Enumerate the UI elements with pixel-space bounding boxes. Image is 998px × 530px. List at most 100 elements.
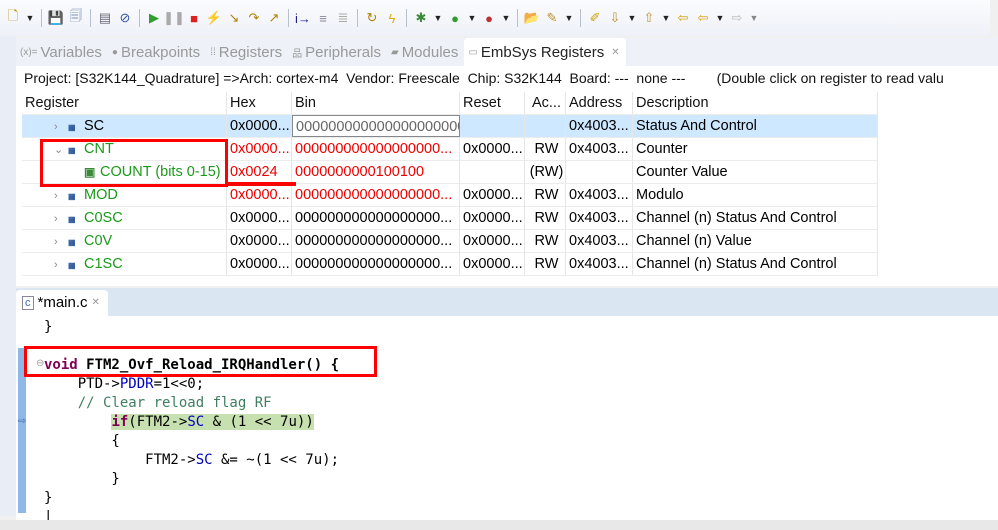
tab-breakpoints[interactable]: ● Breakpoints	[108, 44, 206, 66]
step-over-icon[interactable]: ↷	[245, 9, 263, 27]
step-return-icon[interactable]: ↗	[265, 9, 283, 27]
tab-embsys-registers[interactable]: ▭ EmbSys Registers ✕	[464, 38, 626, 66]
disconnect-icon[interactable]: ⚡	[205, 9, 223, 27]
binary-icon[interactable]: ▤	[96, 9, 114, 27]
tab-main-c[interactable]: c *main.c ✕	[16, 290, 108, 316]
dropdown-arrow-icon[interactable]: ▼	[660, 13, 672, 23]
dropdown-arrow-icon[interactable]: ▼	[714, 13, 726, 23]
expand-icon[interactable]: ›	[54, 254, 68, 275]
dropdown-arrow-icon[interactable]: ▼	[432, 13, 444, 23]
dropdown-arrow-icon[interactable]: ▼	[626, 13, 638, 23]
dropdown-arrow-icon[interactable]: ▼	[500, 13, 512, 23]
code-token: }	[44, 471, 120, 487]
instruction-step-icon[interactable]: i→	[294, 9, 312, 27]
cell-bin: 000000000000000000...	[292, 184, 460, 206]
register-icon: ▦	[68, 215, 76, 224]
pen-icon[interactable]: ✎	[543, 9, 561, 27]
forward-icon[interactable]: ⇨	[728, 9, 746, 27]
expand-icon[interactable]: ›	[54, 208, 68, 229]
code-line[interactable]: // Clear reload flag RF	[44, 394, 339, 413]
toolbar-separator	[41, 9, 42, 27]
step-filter-icon[interactable]: ≡	[314, 9, 332, 27]
column-header[interactable]: Hex	[227, 92, 292, 114]
highlight-box-cnt	[40, 139, 228, 187]
close-icon[interactable]: ✕	[611, 47, 619, 58]
register-name: SC	[84, 118, 105, 134]
table-row[interactable]: ›▦ SC 0x0000... 000000000000000000000001110…	[22, 115, 878, 138]
expand-icon[interactable]: ›	[54, 116, 68, 137]
cell-bin: 0000000000100100	[292, 161, 460, 183]
close-icon[interactable]: ✕	[92, 297, 100, 308]
open-folder-icon[interactable]: 📂	[523, 9, 541, 27]
tab-modules[interactable]: ▰ Modules	[387, 44, 464, 66]
code-line[interactable]: }	[44, 470, 339, 489]
reset-icon[interactable]: ↻	[363, 9, 381, 27]
register-icon: ▦	[68, 192, 76, 201]
tab-icon: ⁞⁞	[210, 47, 216, 58]
cell-bin: 000000000000000000...	[292, 253, 460, 275]
highlight-icon[interactable]: ✐	[586, 9, 604, 27]
cell-name: › ▦ C1SC	[22, 253, 227, 275]
dropdown-arrow-icon[interactable]: ▼	[466, 13, 478, 23]
save-all-icon[interactable]: 🗐	[67, 8, 85, 27]
next-annotation-icon[interactable]: ⇩	[606, 9, 624, 27]
tab-variables[interactable]: (x)= Variables	[16, 44, 108, 66]
expand-icon[interactable]: ›	[54, 231, 68, 252]
back-icon[interactable]: ⇦	[694, 9, 712, 27]
skip-breakpoints-icon[interactable]: ⊘	[116, 9, 134, 27]
cell-bin: 000000000000000000...	[292, 230, 460, 252]
tab-icon: ●	[111, 47, 118, 58]
table-row[interactable]: › ▦ C1SC 0x0000... 000000000000000000... 0x00…	[22, 253, 878, 276]
column-header[interactable]: Ac...	[525, 92, 566, 114]
external-tools-icon[interactable]: ●	[480, 9, 498, 27]
highlight-box-handler	[24, 346, 377, 377]
cell-value: 0x0024	[230, 164, 278, 180]
cell-address: 0x4003...	[566, 253, 633, 275]
suspend-icon[interactable]: ❚❚	[163, 9, 185, 27]
cell-bin[interactable]: 00000000000000000000000111000100​0	[292, 115, 460, 137]
cell-value: 00000000000000000000000111000100​0	[296, 119, 459, 135]
code-line[interactable]: {	[44, 432, 339, 451]
table-row[interactable]: › ▦ C0V 0x0000... 000000000000000000... 0x000…	[22, 230, 878, 253]
terminate-icon[interactable]: ■	[185, 9, 203, 27]
highlight-underline-count	[228, 182, 296, 186]
left-trim	[0, 36, 16, 516]
run-icon[interactable]: ●	[446, 9, 464, 27]
flash-icon[interactable]: ϟ	[383, 9, 401, 27]
column-header[interactable]: Description	[633, 92, 878, 114]
prev-annotation-icon[interactable]: ⇧	[640, 9, 658, 27]
code-line[interactable]: if(FTM2->SC & (1 << 7u))	[44, 413, 339, 432]
dropdown-arrow-icon[interactable]: ▼	[24, 13, 36, 23]
cell-value: RW	[534, 141, 559, 157]
step-into-icon[interactable]: ↘	[225, 9, 243, 27]
debug-icon[interactable]: ✱	[412, 9, 430, 27]
last-edit-icon[interactable]: ⇦	[674, 9, 692, 27]
code-line[interactable]: }	[44, 489, 339, 508]
column-header[interactable]: Address	[566, 92, 633, 114]
code-editor[interactable]: c *main.c ✕ ⇨ ⊖ } void FTM2_Ovf_Reload_IR…	[16, 288, 998, 525]
code-line[interactable]: FTM2->SC &= ~(1 << 7u);	[44, 451, 339, 470]
column-header[interactable]: Reset	[460, 92, 525, 114]
save-icon[interactable]: 💾	[47, 9, 65, 27]
code-line[interactable]: }	[44, 318, 339, 337]
code-line[interactable]: PTD->PDDR=1<<0;	[44, 375, 339, 394]
column-header[interactable]: Bin	[292, 92, 460, 114]
expand-icon[interactable]: ›	[54, 185, 68, 206]
dropdown-arrow-icon[interactable]: ▼	[563, 13, 575, 23]
dropdown-arrow-icon[interactable]: ▼	[748, 13, 760, 23]
new-icon[interactable]: 🗋	[4, 8, 22, 27]
column-header[interactable]: Register	[22, 92, 227, 114]
resume-icon[interactable]: ▶	[145, 9, 163, 27]
cell-address: 0x4003...	[566, 207, 633, 229]
cell-value: 0x4003...	[569, 210, 629, 226]
cell-hex: 0x0000...	[227, 184, 292, 206]
table-row[interactable]: › ▦ C0SC 0x0000... 000000000000000000... 0x00…	[22, 207, 878, 230]
table-row[interactable]: › ▦ MOD 0x0000... 000000000000000000... 0x000…	[22, 184, 878, 207]
c-file-icon: c	[22, 295, 34, 310]
code-token: SC	[195, 452, 213, 468]
cell-value: 0x0000...	[230, 141, 290, 157]
tab-peripherals[interactable]: 品 Peripherals	[288, 44, 387, 66]
tab-registers[interactable]: ⁞⁞ Registers	[206, 44, 288, 66]
code-token: =1<<0;	[153, 376, 205, 392]
drop-frame-icon[interactable]: ≣	[334, 9, 352, 27]
